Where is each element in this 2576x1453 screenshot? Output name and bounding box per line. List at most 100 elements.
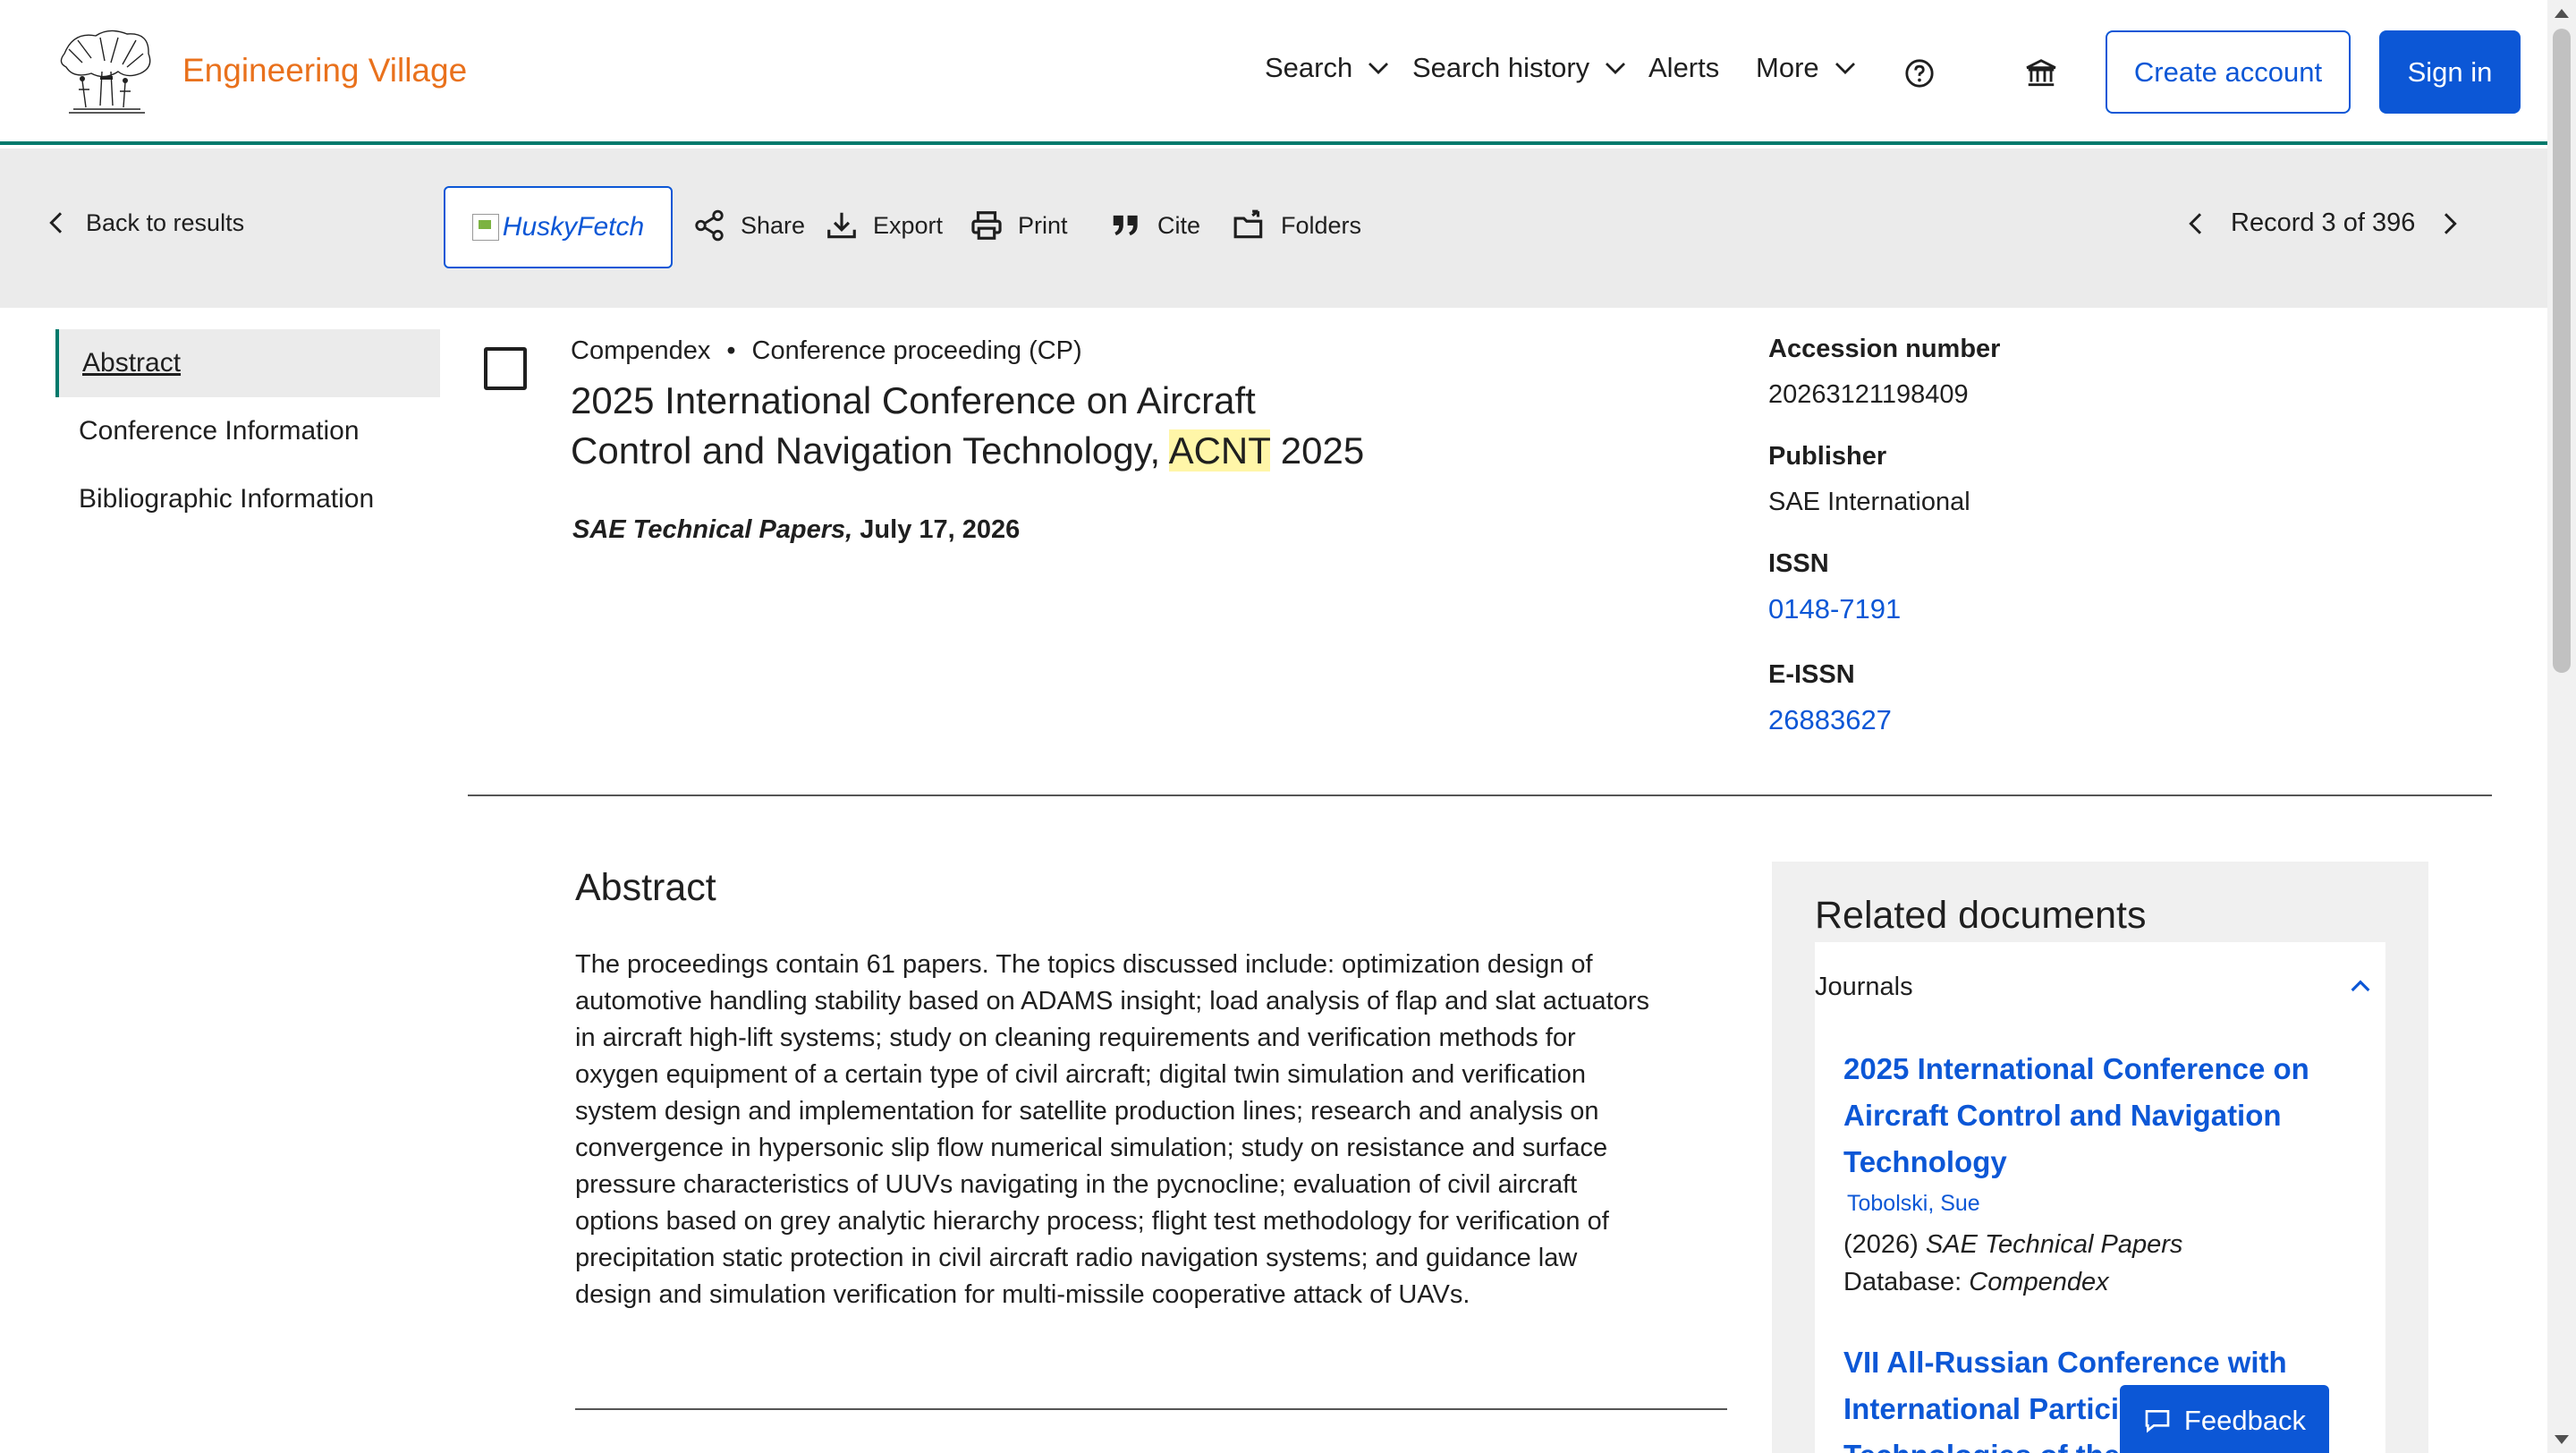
title-line: VII All-Russian Conference with bbox=[1843, 1346, 2287, 1379]
help-icon bbox=[1905, 59, 1934, 88]
scroll-down-arrow[interactable] bbox=[2555, 1435, 2569, 1444]
export-label: Export bbox=[873, 211, 944, 239]
eissn-link[interactable]: 26883627 bbox=[1768, 704, 1892, 736]
nav-more-label: More bbox=[1756, 52, 1819, 83]
back-to-results-link[interactable]: Back to results bbox=[43, 208, 244, 237]
issn-link[interactable]: 0148-7191 bbox=[1768, 593, 1901, 625]
abstract-line: system design and implementation for sat… bbox=[575, 1097, 1599, 1126]
nav-search-history-label: Search history bbox=[1412, 52, 1590, 83]
record-title-line2: Control and Navigation Technology, ACNT … bbox=[571, 426, 1411, 476]
search-term-highlight: ACNT bbox=[1168, 429, 1271, 472]
nav-search[interactable]: Search bbox=[1265, 52, 1392, 84]
folders-button[interactable]: Folders bbox=[1233, 208, 1361, 242]
top-header: Engineering Village Search Search histor… bbox=[0, 0, 2547, 145]
issn-block: ISSN 0148-7191 bbox=[1768, 549, 1901, 625]
share-label: Share bbox=[741, 211, 806, 239]
related-document-journal: SAE Technical Papers bbox=[1925, 1230, 2183, 1259]
related-document-year: (2026) bbox=[1843, 1230, 1926, 1259]
related-document-title[interactable]: 2025 International Conference on Aircraf… bbox=[1843, 1046, 2344, 1185]
database-label: Compendex bbox=[571, 336, 711, 365]
abstract-line: pressure characteristics of UUVs navigat… bbox=[575, 1170, 1578, 1199]
related-document-author[interactable]: Tobolski, Sue bbox=[1847, 1191, 2344, 1217]
huskyfetch-button[interactable]: HuskyFetch bbox=[444, 186, 673, 268]
title-line: 2025 International Conference on bbox=[1843, 1052, 2309, 1085]
record-title-line1: 2025 International Conference on Aircraf… bbox=[571, 379, 1256, 421]
nav-more[interactable]: More bbox=[1756, 52, 1859, 84]
record-toolbar: Back to results HuskyFetch Share Export … bbox=[0, 149, 2547, 308]
publisher-value: SAE International bbox=[1768, 488, 1970, 516]
related-document-db: Compendex bbox=[1969, 1268, 2109, 1296]
folder-add-icon bbox=[1233, 209, 1263, 239]
feedback-button[interactable]: Feedback bbox=[2120, 1385, 2329, 1453]
chevron-up-icon bbox=[2351, 980, 2370, 992]
nav-search-history[interactable]: Search history bbox=[1412, 52, 1629, 84]
related-documents-panel: Related documents Journals 2025 Internat… bbox=[1772, 862, 2428, 1453]
record-meta: Compendex • Conference proceeding (CP) bbox=[571, 336, 1082, 366]
brand-name[interactable]: Engineering Village bbox=[182, 52, 467, 89]
chevron-down-icon bbox=[1368, 63, 1389, 74]
export-button[interactable]: Export bbox=[825, 208, 943, 242]
print-label: Print bbox=[1018, 211, 1068, 239]
chevron-down-icon bbox=[1606, 63, 1626, 74]
nav-alerts-label: Alerts bbox=[1648, 52, 1720, 83]
record-source: SAE Technical Papers, July 17, 2026 bbox=[572, 515, 1020, 545]
title-line: Aircraft Control and Navigation bbox=[1843, 1099, 2282, 1132]
create-account-button[interactable]: Create account bbox=[2106, 30, 2351, 114]
broken-image-icon bbox=[471, 214, 499, 241]
quote-icon bbox=[1113, 215, 1138, 236]
share-icon bbox=[695, 209, 724, 242]
journals-accordion-toggle[interactable]: Journals bbox=[1815, 960, 2385, 1014]
scrollbar-thumb[interactable] bbox=[2553, 29, 2571, 673]
document-type-label: Conference proceeding (CP) bbox=[751, 336, 1082, 365]
feedback-label: Feedback bbox=[2183, 1405, 2307, 1436]
institution-button[interactable] bbox=[2021, 54, 2061, 93]
accession-number-value: 20263121198409 bbox=[1768, 380, 1969, 409]
abstract-line: convergence in hypersonic slip flow nume… bbox=[575, 1134, 1608, 1162]
record-title: 2025 International Conference on Aircraf… bbox=[571, 376, 1411, 476]
related-document-item: 2025 International Conference on Aircraf… bbox=[1843, 1046, 2344, 1301]
help-button[interactable] bbox=[1900, 54, 1939, 93]
related-document-db-label: Database: bbox=[1843, 1268, 1970, 1296]
related-journals-section: Journals 2025 International Conference o… bbox=[1815, 942, 2385, 1453]
institution-icon bbox=[2026, 59, 2056, 87]
abstract-line: in aircraft high-lift systems; study on … bbox=[575, 1024, 1576, 1052]
cite-label: Cite bbox=[1157, 211, 1201, 239]
abstract-line: precipitation static protection in civil… bbox=[575, 1244, 1578, 1272]
scroll-up-arrow[interactable] bbox=[2555, 9, 2569, 18]
section-nav-conference-information[interactable]: Conference Information bbox=[55, 397, 440, 465]
abstract-line: oxygen equipment of a certain type of ci… bbox=[575, 1060, 1586, 1089]
page-scrollbar[interactable] bbox=[2547, 0, 2576, 1453]
source-title: SAE Technical Papers, bbox=[572, 515, 853, 544]
record-navigation: Record 3 of 396 bbox=[2182, 208, 2463, 238]
print-button[interactable]: Print bbox=[970, 208, 1068, 242]
huskyfetch-label: HuskyFetch bbox=[502, 212, 645, 242]
sign-in-button[interactable]: Sign in bbox=[2379, 30, 2521, 114]
abstract-heading: Abstract bbox=[575, 866, 716, 909]
select-record-checkbox[interactable] bbox=[484, 347, 527, 390]
nav-search-label: Search bbox=[1265, 52, 1353, 83]
section-nav-bibliographic-information[interactable]: Bibliographic Information bbox=[55, 465, 440, 533]
accession-number-block: Accession number 20263121198409 bbox=[1768, 335, 2000, 410]
abstract-divider bbox=[575, 1408, 1727, 1410]
abstract-line: automotive handling stability based on A… bbox=[575, 987, 1649, 1015]
related-document-source: (2026) SAE Technical Papers Database: Co… bbox=[1843, 1226, 2344, 1301]
title-text: Control and Navigation Technology, bbox=[571, 429, 1169, 472]
bullet-separator: • bbox=[726, 336, 736, 365]
section-divider bbox=[468, 794, 2492, 796]
eissn-label: E-ISSN bbox=[1768, 660, 1855, 689]
download-icon bbox=[827, 212, 856, 239]
share-button[interactable]: Share bbox=[692, 208, 805, 242]
publisher-label: Publisher bbox=[1768, 442, 1887, 471]
elsevier-tree-logo[interactable] bbox=[55, 27, 156, 116]
folders-label: Folders bbox=[1281, 211, 1362, 239]
cite-button[interactable]: Cite bbox=[1109, 208, 1200, 242]
next-record-icon[interactable] bbox=[2435, 209, 2463, 238]
abstract-line: design and simulation verification for m… bbox=[575, 1280, 1470, 1309]
previous-record-icon[interactable] bbox=[2182, 209, 2211, 238]
nav-alerts[interactable]: Alerts bbox=[1648, 52, 1719, 84]
section-nav-abstract[interactable]: Abstract bbox=[55, 329, 440, 397]
section-nav: Abstract Conference Information Bibliogr… bbox=[55, 329, 440, 533]
chevron-left-icon bbox=[49, 212, 63, 234]
title-text: 2025 bbox=[1270, 429, 1365, 472]
source-date: July 17, 2026 bbox=[852, 515, 1021, 544]
